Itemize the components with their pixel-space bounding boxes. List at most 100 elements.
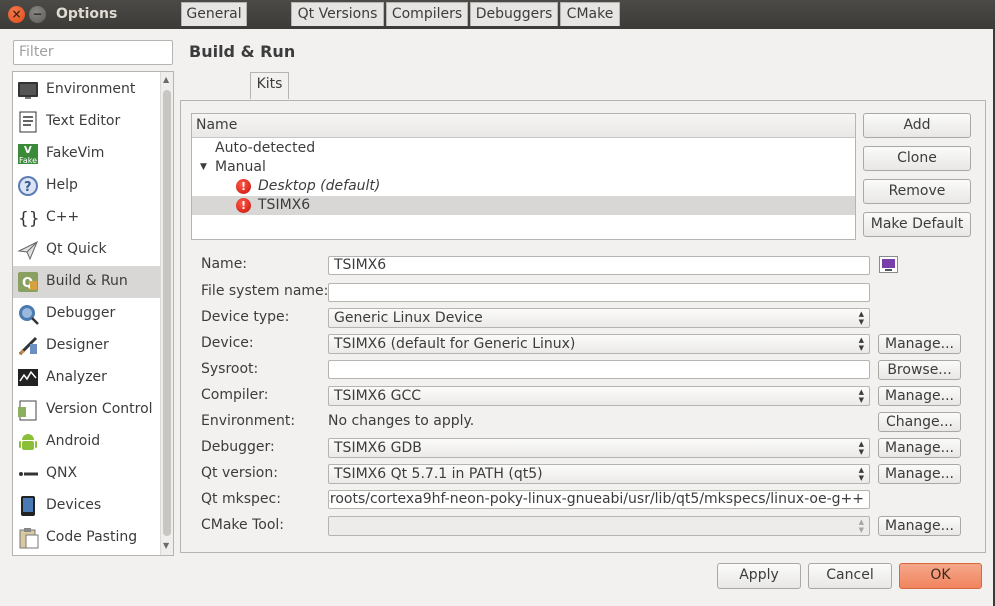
debugger-select[interactable]: TSIMX6 GDB ▲ ▼ — [328, 438, 870, 458]
window-title: Options — [56, 6, 118, 22]
expand-arrow-icon[interactable]: ▼ — [200, 162, 207, 172]
tab-qt-versions[interactable]: Qt Versions — [291, 2, 384, 26]
tree-row-label: Manual — [215, 159, 266, 175]
sidebar-item-designer[interactable]: Designer — [13, 330, 160, 362]
sysroot-field[interactable] — [328, 360, 870, 379]
tree-row-label: Auto-detected — [215, 140, 316, 156]
debugger-value: TSIMX6 GDB — [334, 440, 422, 456]
tab-debuggers[interactable]: Debuggers — [470, 2, 558, 26]
tab-cmake[interactable]: CMake — [560, 2, 620, 26]
sidebar-item-label: Designer — [46, 337, 109, 353]
qt-version-label: Qt version: — [201, 465, 278, 481]
sidebar-item-version-control[interactable]: Version Control — [13, 394, 160, 426]
browse-sysroot-button[interactable]: Browse... — [878, 360, 961, 380]
manage-device-button[interactable]: Manage... — [878, 334, 961, 354]
tree-row-manual[interactable]: ▼ Manual — [192, 158, 855, 177]
qt-mkspec-label: Qt mkspec: — [201, 491, 281, 507]
sidebar-item-code-pasting[interactable]: Code Pasting — [13, 522, 160, 554]
ok-button[interactable]: OK — [899, 563, 982, 589]
sidebar-item-qnx[interactable]: QNX — [13, 458, 160, 490]
tab-compilers[interactable]: Compilers — [386, 2, 468, 26]
scroll-down-icon[interactable]: ▼ — [163, 541, 169, 550]
compiler-select[interactable]: TSIMX6 GCC ▲ ▼ — [328, 386, 870, 406]
sidebar-item-android[interactable]: Android — [13, 426, 160, 458]
file-system-name-field[interactable] — [328, 283, 870, 302]
error-icon: ! — [236, 198, 251, 213]
remove-kit-button[interactable]: Remove — [863, 179, 971, 204]
sidebar-item-text-editor[interactable]: Text Editor — [13, 106, 160, 138]
sidebar-item-label: C++ — [46, 209, 80, 225]
sidebar-item-qt-quick[interactable]: Qt Quick — [13, 234, 160, 266]
manage-cmake-button[interactable]: Manage... — [878, 516, 961, 536]
tab-general[interactable]: General — [181, 2, 247, 26]
sidebar-item-label: Build & Run — [46, 273, 128, 289]
analyzer-icon — [18, 369, 38, 386]
change-environment-button[interactable]: Change... — [878, 412, 961, 432]
updown-arrow-icon: ▲ ▼ — [858, 518, 864, 534]
qt-mkspec-field[interactable]: sysroots/cortexa9hf-neon-poky-linux-gnue… — [328, 490, 870, 509]
scrollbar-thumb[interactable] — [163, 90, 171, 536]
fakevim-icon: FakeV — [18, 144, 38, 165]
sidebar-item-build-run[interactable]: Q Build & Run — [13, 266, 160, 298]
device-type-value: Generic Linux Device — [334, 310, 483, 326]
manage-compiler-button[interactable]: Manage... — [878, 386, 961, 406]
cmake-tool-select[interactable]: ▲ ▼ — [328, 516, 870, 536]
device-type-select[interactable]: Generic Linux Device ▲ ▼ — [328, 308, 870, 328]
name-label: Name: — [201, 256, 248, 272]
qt-version-select[interactable]: TSIMX6 Qt 5.7.1 in PATH (qt5) ▲ ▼ — [328, 464, 870, 484]
tree-row-tsimx6[interactable]: ! TSIMX6 — [192, 196, 855, 215]
tree-column-header[interactable]: Name — [192, 114, 855, 138]
minimize-window-button[interactable]: − — [29, 6, 46, 23]
cancel-button[interactable]: Cancel — [808, 563, 892, 589]
apply-button[interactable]: Apply — [717, 563, 801, 589]
device-select[interactable]: TSIMX6 (default for Generic Linux) ▲ ▼ — [328, 334, 870, 354]
build-run-icon: Q — [18, 272, 38, 292]
add-kit-button[interactable]: Add — [863, 113, 971, 138]
tree-row-label: TSIMX6 — [258, 197, 311, 213]
monitor-icon — [18, 82, 38, 99]
devices-icon — [21, 496, 35, 516]
tree-row-auto-detected[interactable]: Auto-detected — [192, 139, 855, 158]
manage-qt-version-button[interactable]: Manage... — [878, 464, 961, 484]
tree-row-desktop[interactable]: ! Desktop (default) — [192, 177, 855, 196]
sidebar-item-cpp[interactable]: {} C++ — [13, 202, 160, 234]
sidebar-item-label: Devices — [46, 497, 102, 513]
code-pasting-icon — [19, 528, 39, 549]
sidebar-item-label: Environment — [46, 81, 136, 97]
sidebar-item-fakevim[interactable]: Fake V FakeVim — [13, 138, 160, 170]
sidebar-item-label: Code Pasting — [46, 529, 138, 545]
device-screen-icon[interactable] — [879, 256, 898, 273]
filter-input[interactable]: Filter — [13, 40, 173, 65]
qt-version-value: TSIMX6 Qt 5.7.1 in PATH (qt5) — [334, 466, 543, 482]
sidebar-item-environment[interactable]: Environment — [13, 74, 160, 106]
tab-kits[interactable]: Kits — [250, 72, 289, 99]
sidebar-item-debugger[interactable]: Debugger — [13, 298, 160, 330]
sidebar-item-analyzer[interactable]: Analyzer — [13, 362, 160, 394]
close-window-button[interactable]: × — [8, 6, 25, 23]
sidebar-item-label: Help — [46, 177, 78, 193]
kits-tree: Name Auto-detected ▼ Manual ! Desktop (d… — [191, 113, 856, 240]
manage-debugger-button[interactable]: Manage... — [878, 438, 961, 458]
clone-kit-button[interactable]: Clone — [863, 146, 971, 171]
version-control-icon — [18, 400, 37, 421]
environment-value: No changes to apply. — [328, 413, 475, 429]
file-system-name-label: File system name: — [201, 283, 329, 299]
updown-arrow-icon: ▲ ▼ — [858, 440, 864, 456]
sidebar-item-label: Version Control — [46, 401, 153, 417]
error-icon: ! — [236, 179, 251, 194]
debugger-icon — [19, 305, 39, 325]
device-value: TSIMX6 (default for Generic Linux) — [334, 336, 576, 352]
braces-icon: {} — [18, 209, 39, 229]
compiler-label: Compiler: — [201, 387, 269, 403]
sidebar-item-label: FakeVim — [46, 145, 105, 161]
cmake-tool-label: CMake Tool: — [201, 517, 285, 533]
sysroot-label: Sysroot: — [201, 361, 259, 377]
android-icon — [19, 434, 37, 450]
sidebar-scrollbar[interactable]: ▲ ▼ — [160, 72, 173, 555]
make-default-button[interactable]: Make Default — [863, 212, 971, 237]
scroll-up-icon[interactable]: ▲ — [163, 75, 169, 84]
sidebar-item-devices[interactable]: Devices — [13, 490, 160, 522]
sidebar-item-help[interactable]: ? Help — [13, 170, 160, 202]
name-field[interactable]: TSIMX6 — [328, 256, 870, 275]
sidebar-item-label: Text Editor — [46, 113, 121, 129]
